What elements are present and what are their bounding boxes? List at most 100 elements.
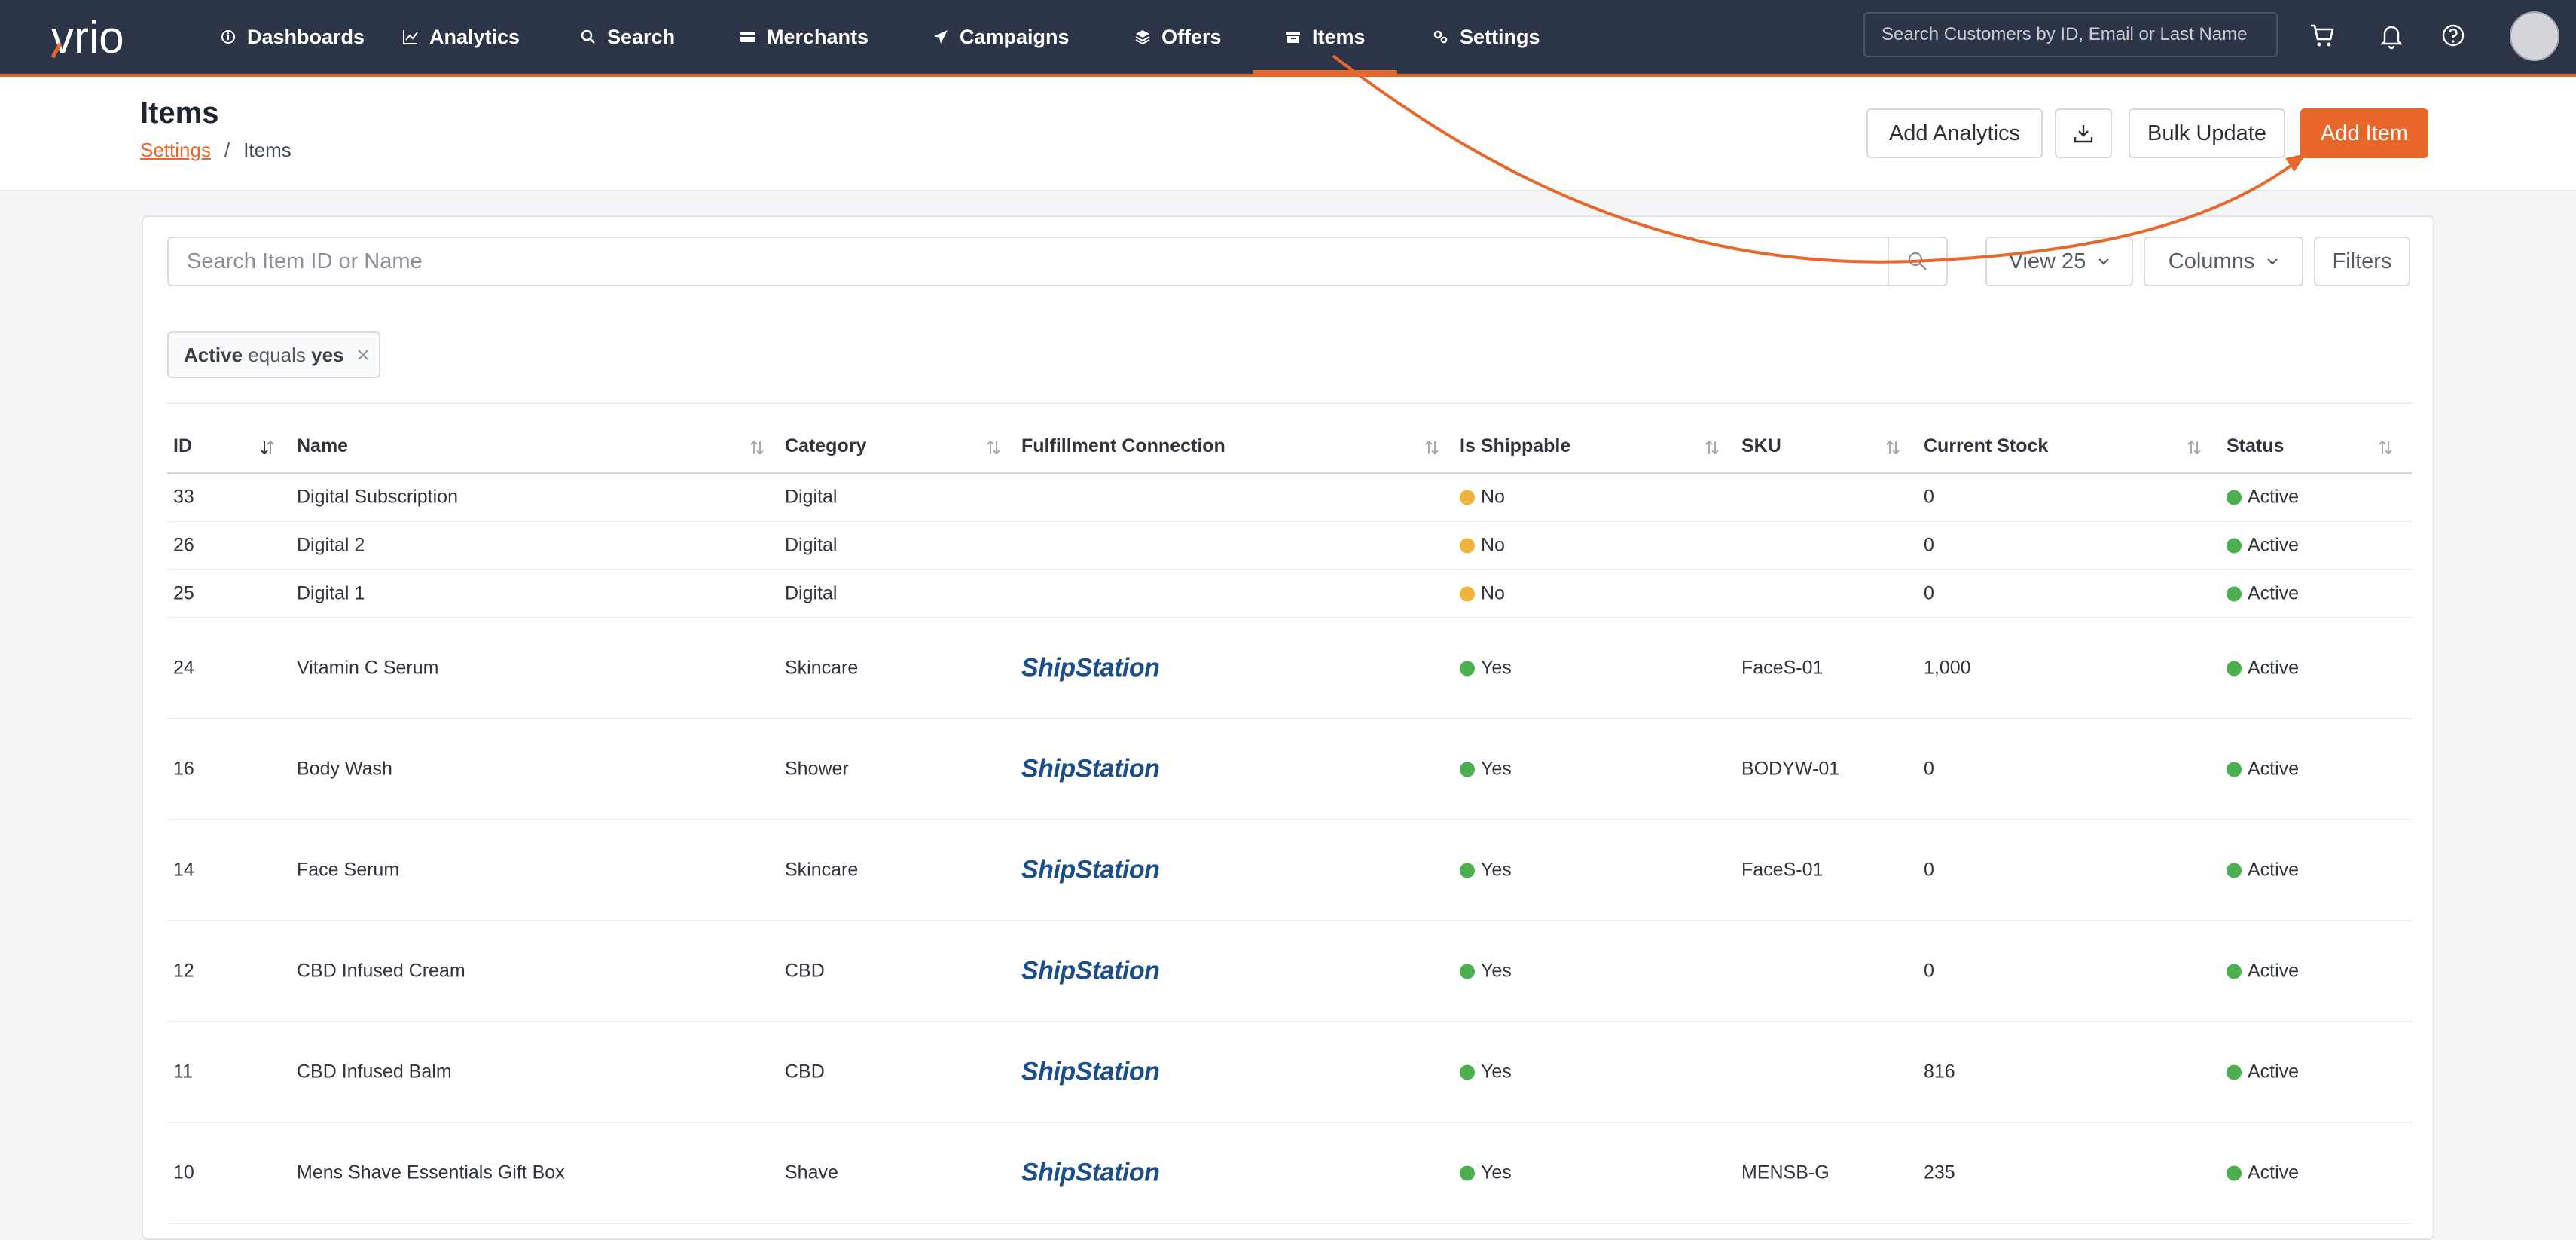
- cell-category: Digital: [785, 486, 838, 508]
- close-icon[interactable]: [355, 347, 371, 363]
- sort-icon[interactable]: [1885, 438, 1901, 457]
- cell-name[interactable]: CBD Infused Balm: [297, 1061, 452, 1083]
- shippable-value: No: [1481, 486, 1505, 508]
- col-stock[interactable]: Current Stock: [1924, 435, 2048, 457]
- cell-name[interactable]: Mens Shave Essentials Gift Box: [297, 1162, 565, 1184]
- nav-search[interactable]: Search: [580, 0, 675, 74]
- divider: [167, 402, 2412, 404]
- col-sku[interactable]: SKU: [1741, 435, 1781, 457]
- table-row[interactable]: 24 Vitamin C Serum Skincare ShipStation …: [167, 618, 2412, 719]
- nav-campaigns-label: Campaigns: [960, 25, 1070, 48]
- shippable-value: No: [1481, 534, 1505, 556]
- sort-icon[interactable]: [2377, 438, 2394, 457]
- cart-icon[interactable]: [2308, 21, 2336, 50]
- shippable-value: Yes: [1481, 657, 1512, 679]
- table-row[interactable]: 26 Digital 2 Digital No 0 Active: [167, 522, 2412, 570]
- cell-category: Skincare: [785, 859, 859, 881]
- breadcrumb: Settings / Items: [140, 139, 291, 162]
- col-name[interactable]: Name: [297, 435, 348, 457]
- cell-shippable: No: [1460, 487, 1505, 509]
- breadcrumb-settings-link[interactable]: Settings: [140, 139, 211, 161]
- cell-id: 25: [173, 582, 194, 604]
- table-row[interactable]: 14 Face Serum Skincare ShipStation Yes F…: [167, 820, 2412, 921]
- cell-name[interactable]: Digital Subscription: [297, 487, 458, 509]
- shippable-value: Yes: [1481, 1162, 1512, 1183]
- user-avatar[interactable]: [2510, 11, 2559, 61]
- cell-category: Shave: [785, 1162, 838, 1183]
- sort-icon[interactable]: [749, 438, 765, 457]
- filter-value: yes: [311, 343, 344, 366]
- bell-icon[interactable]: [2377, 21, 2406, 50]
- cell-name[interactable]: Face Serum: [297, 860, 399, 881]
- cell-name[interactable]: Vitamin C Serum: [297, 658, 439, 680]
- view-per-page-select[interactable]: View 25: [1985, 237, 2133, 286]
- item-search-input[interactable]: [169, 238, 1888, 285]
- help-icon[interactable]: [2439, 21, 2468, 50]
- status-value: Active: [2248, 1162, 2300, 1183]
- col-status[interactable]: Status: [2227, 435, 2284, 457]
- status-value: Active: [2248, 960, 2300, 982]
- cell-name[interactable]: Digital 1: [297, 583, 365, 605]
- cell-category: Digital: [785, 582, 838, 604]
- nav-dashboards[interactable]: Dashboards: [220, 0, 365, 74]
- table-row[interactable]: 12 CBD Infused Cream CBD ShipStation Yes…: [167, 921, 2412, 1022]
- nav-offers[interactable]: Offers: [1134, 0, 1222, 74]
- status-value: Active: [2248, 582, 2300, 604]
- nav-analytics[interactable]: Analytics: [402, 0, 520, 74]
- cell-name[interactable]: Digital 2: [297, 535, 365, 557]
- columns-select[interactable]: Columns: [2144, 237, 2303, 286]
- nav-offers-label: Offers: [1161, 25, 1222, 48]
- status-dot: [1460, 964, 1475, 979]
- status-dot: [1460, 586, 1475, 602]
- breadcrumb-current: Items: [243, 139, 291, 161]
- vrio-logo[interactable]: vrio: [50, 14, 170, 62]
- nav-items[interactable]: Items: [1253, 0, 1396, 74]
- status-dot: [1460, 762, 1475, 777]
- col-category[interactable]: Category: [785, 435, 866, 457]
- col-fulfillment[interactable]: Fulfillment Connection: [1021, 435, 1225, 457]
- box-icon: [1286, 32, 1300, 43]
- svg-text:vrio: vrio: [51, 14, 124, 62]
- cell-status: Active: [2227, 658, 2299, 680]
- table-row[interactable]: 10 Mens Shave Essentials Gift Box Shave …: [167, 1123, 2412, 1224]
- col-id[interactable]: ID: [173, 435, 192, 457]
- sort-icon[interactable]: [1424, 438, 1440, 457]
- table-row[interactable]: 11 CBD Infused Balm CBD ShipStation Yes …: [167, 1022, 2412, 1123]
- download-icon: [2074, 125, 2093, 143]
- table-row[interactable]: 25 Digital 1 Digital No 0 Active: [167, 570, 2412, 618]
- add-analytics-button[interactable]: Add Analytics: [1866, 108, 2043, 158]
- cell-id: 10: [173, 1162, 194, 1183]
- customer-search-input[interactable]: [1863, 12, 2278, 57]
- nav-search-label: Search: [607, 25, 676, 48]
- sort-icon[interactable]: [1704, 438, 1720, 457]
- cell-id: 24: [173, 657, 194, 679]
- cell-name[interactable]: Body Wash: [297, 759, 392, 780]
- sort-icon[interactable]: [2186, 438, 2202, 457]
- table-header: ID Name Category Fulfillment Connection …: [167, 435, 2412, 474]
- cell-status: Active: [2227, 759, 2299, 780]
- status-dot: [1460, 1165, 1475, 1181]
- bulk-update-button[interactable]: Bulk Update: [2129, 108, 2285, 158]
- nav-campaigns[interactable]: Campaigns: [932, 0, 1070, 74]
- status-value: Active: [2248, 1061, 2300, 1083]
- breadcrumb-separator: /: [224, 139, 230, 161]
- filters-button[interactable]: Filters: [2314, 237, 2410, 286]
- col-shippable[interactable]: Is Shippable: [1460, 435, 1570, 457]
- nav-analytics-label: Analytics: [429, 25, 520, 48]
- add-item-button[interactable]: Add Item: [2300, 108, 2428, 158]
- cell-stock: 0: [1924, 486, 1934, 508]
- sort-desc-icon[interactable]: [259, 438, 276, 457]
- send-icon: [934, 30, 948, 44]
- cell-name[interactable]: CBD Infused Cream: [297, 961, 465, 982]
- table-row[interactable]: 33 Digital Subscription Digital No 0 Act…: [167, 474, 2412, 522]
- active-filter-chip[interactable]: Active equals yes: [167, 331, 380, 378]
- status-value: Active: [2248, 486, 2300, 508]
- sort-icon[interactable]: [985, 438, 1002, 457]
- nav-settings[interactable]: Settings: [1433, 0, 1540, 74]
- cell-shippable: Yes: [1460, 658, 1512, 680]
- nav-merchants[interactable]: Merchants: [740, 0, 868, 74]
- item-search-button[interactable]: [1888, 238, 1946, 285]
- download-button[interactable]: [2055, 108, 2112, 158]
- cell-stock: 816: [1924, 1061, 1955, 1083]
- table-row[interactable]: 16 Body Wash Shower ShipStation Yes BODY…: [167, 719, 2412, 820]
